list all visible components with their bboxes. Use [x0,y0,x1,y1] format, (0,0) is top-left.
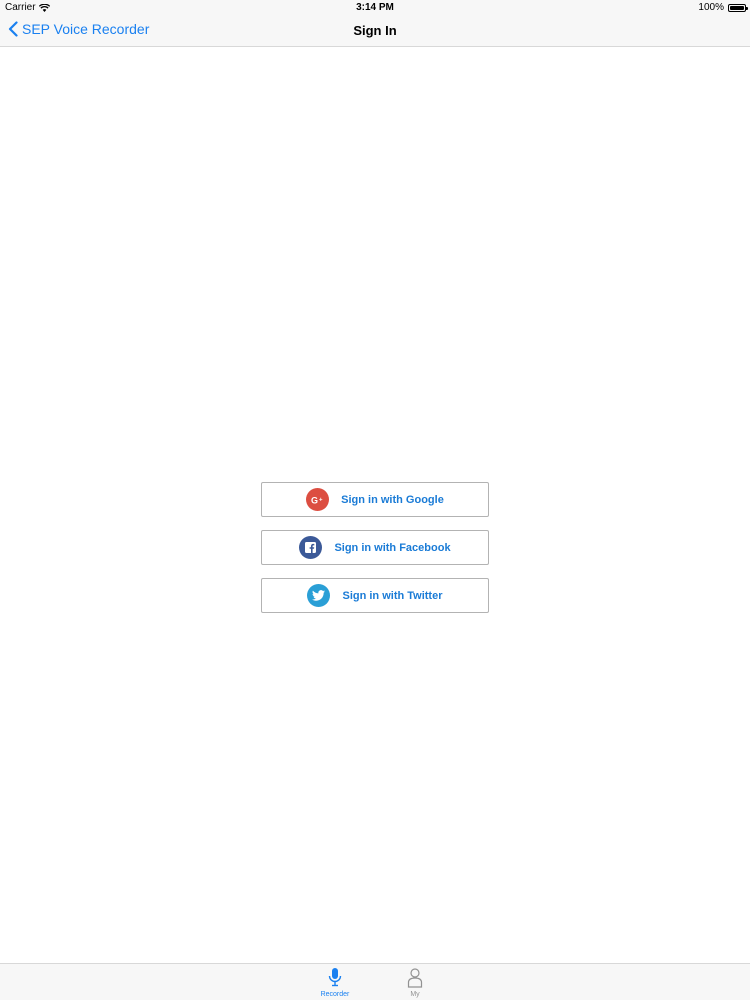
status-right: 100% [698,2,748,13]
battery-percent: 100% [698,2,724,13]
twitter-icon [307,584,331,607]
sign-in-twitter-label: Sign in with Twitter [342,589,443,602]
svg-text:G: G [311,495,318,505]
microphone-icon [328,968,342,987]
sign-in-google-button[interactable]: G + Sign in with Google [261,482,489,517]
tab-my[interactable]: My [395,967,435,998]
status-bar: Carrier 3:14 PM 100% [0,0,750,16]
facebook-icon [299,536,323,559]
navigation-bar: SEP Voice Recorder Sign In [0,16,750,47]
sign-in-google-label: Sign in with Google [341,493,444,506]
tab-recorder[interactable]: Recorder [315,967,355,998]
battery-icon [728,3,748,12]
sign-in-facebook-button[interactable]: Sign in with Facebook [261,530,489,565]
sign-in-facebook-label: Sign in with Facebook [334,541,451,554]
page-title: Sign In [353,23,397,38]
svg-text:+: + [319,497,323,503]
tab-recorder-label: Recorder [320,991,350,998]
sign-in-screen: Carrier 3:14 PM 100% SEP Voice Recorder … [0,0,750,1000]
google-plus-icon: G + [306,488,330,511]
tab-bar: Recorder My [0,963,750,1000]
tab-my-label: My [410,991,420,998]
status-time: 3:14 PM [356,2,394,13]
person-icon [407,968,423,988]
sign-in-twitter-button[interactable]: Sign in with Twitter [261,578,489,613]
sign-in-options: G + Sign in with Google Sign in with Fac… [261,482,489,626]
